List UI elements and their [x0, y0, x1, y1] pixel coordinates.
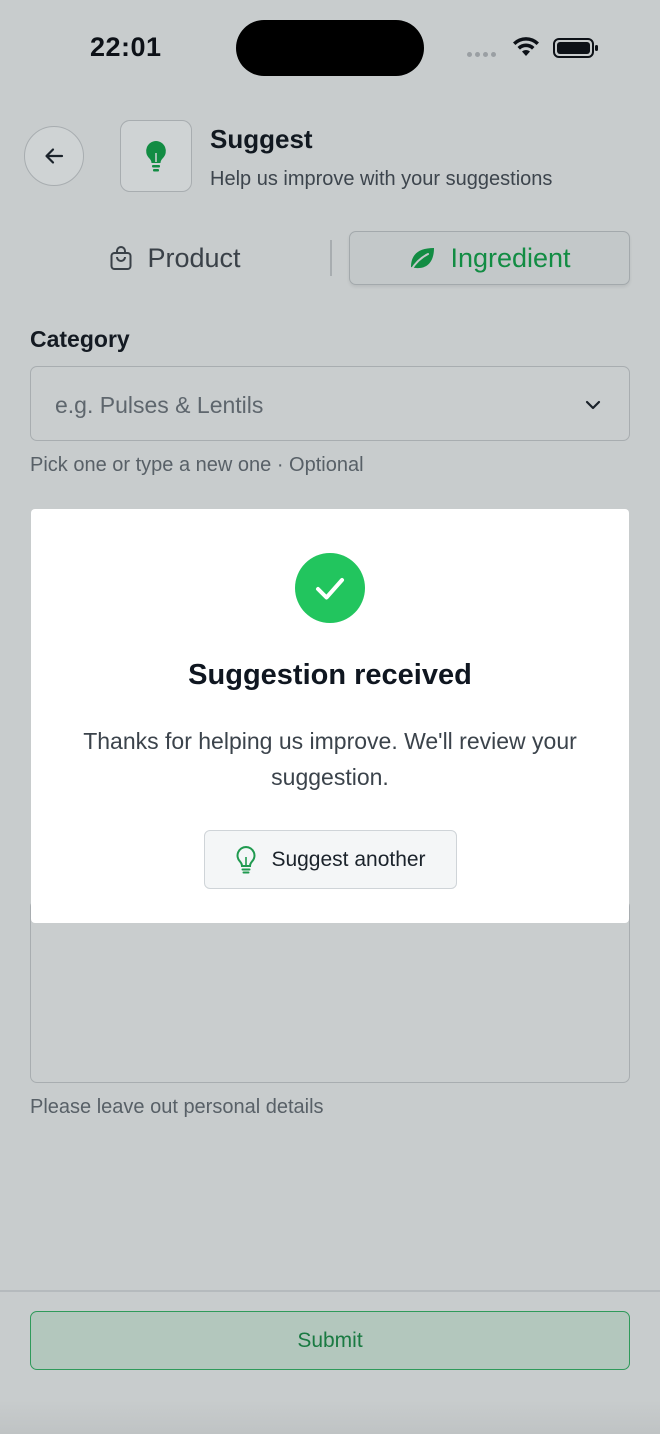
- category-select[interactable]: e.g. Pulses & Lentils: [30, 366, 630, 441]
- tab-ingredient[interactable]: Ingredient: [349, 231, 630, 285]
- status-bar: 22:01: [0, 0, 660, 100]
- modal-title: Suggestion received: [188, 659, 472, 691]
- modal-message: Thanks for helping us improve. We'll rev…: [83, 728, 577, 790]
- suggest-another-button[interactable]: Suggest another: [204, 830, 457, 889]
- success-check-icon: [295, 553, 365, 623]
- tab-ingredient-label: Ingredient: [450, 242, 571, 273]
- category-help-text: Pick one or type a new one · Optional: [30, 454, 364, 476]
- tab-product[interactable]: Product: [60, 231, 290, 285]
- submit-label: Submit: [297, 1328, 363, 1352]
- lightbulb-icon: [146, 141, 166, 172]
- submit-button[interactable]: Submit: [30, 1311, 630, 1370]
- back-button[interactable]: [24, 126, 84, 186]
- battery-icon: [553, 38, 598, 58]
- footer-divider: [0, 1290, 660, 1292]
- chevron-down-icon: [585, 400, 601, 410]
- dynamic-island: [236, 20, 424, 76]
- page-title: Suggest: [210, 124, 313, 154]
- privacy-note: Please leave out personal details: [30, 1096, 324, 1118]
- page-subtitle: Help us improve with your suggestions: [210, 168, 553, 190]
- category-placeholder: e.g. Pulses & Lentils: [55, 392, 264, 418]
- cellular-signal-icon: [467, 52, 496, 57]
- suggest-another-label: Suggest another: [271, 847, 426, 871]
- details-textarea[interactable]: [30, 900, 630, 1083]
- success-modal: Suggestion received Thanks for helping u…: [31, 509, 629, 923]
- tab-divider: [330, 240, 332, 276]
- leaf-icon: [410, 248, 435, 271]
- status-time: 22:01: [90, 32, 162, 62]
- category-label: Category: [30, 326, 130, 352]
- arrow-left-icon: [45, 148, 64, 164]
- suggest-app-icon: [120, 120, 192, 192]
- shopping-bag-icon: [110, 246, 132, 270]
- home-indicator-area: [0, 1400, 660, 1434]
- tab-product-label: Product: [147, 242, 241, 273]
- lightbulb-icon: [236, 845, 256, 873]
- wifi-icon: [513, 37, 539, 56]
